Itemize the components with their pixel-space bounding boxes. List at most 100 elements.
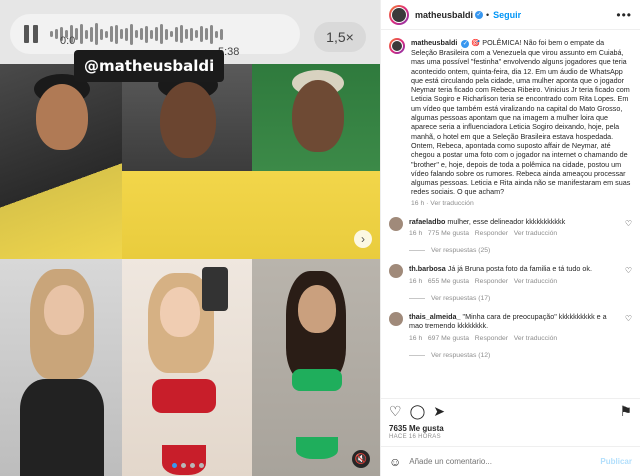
face-shape — [160, 287, 200, 337]
comment-item: th.barbosa Já já Bruna posta foto da fam… — [389, 264, 632, 286]
waveform-bar — [180, 25, 183, 43]
comments-section[interactable]: matheusbaldi ✓ 🎯 POLÊMICA! Não foi bem o… — [381, 30, 640, 398]
emoji-icon[interactable]: ☺ — [389, 455, 401, 469]
verified-icon: ✓ — [475, 10, 484, 19]
photo-collage — [0, 64, 380, 476]
waveform-bar — [115, 24, 118, 44]
caption-time: 16 h — [411, 199, 425, 207]
reply-link[interactable]: Responder — [475, 230, 508, 237]
more-options-icon[interactable]: ••• — [616, 8, 632, 22]
waveform-bar — [175, 26, 178, 42]
post-date: HACE 16 HORAS — [389, 434, 441, 440]
comment-icon[interactable]: ◯ — [410, 403, 426, 420]
waveform-bar — [210, 24, 213, 44]
post-header: matheusbaldi ✓ • Seguir ••• — [381, 0, 640, 30]
comment-item: rafaeladbo mulher, esse delineador kkkkk… — [389, 216, 632, 239]
comment-username[interactable]: th.barbosa — [409, 264, 446, 273]
audio-player[interactable] — [10, 14, 300, 54]
comment-likes[interactable]: 655 Me gusta — [428, 278, 469, 285]
verified-icon: ✓ — [461, 40, 470, 48]
translate-link[interactable]: Ver traducción — [514, 335, 557, 342]
avatar[interactable] — [389, 311, 403, 326]
caption-username[interactable]: matheusbaldi — [411, 38, 457, 47]
avatar[interactable] — [389, 264, 403, 279]
publish-button[interactable]: Publicar — [600, 457, 632, 466]
avatar[interactable] — [389, 216, 403, 231]
follow-button[interactable]: Seguir — [493, 10, 521, 20]
swimsuit-top-shape — [152, 379, 216, 413]
photo-vinicius — [122, 64, 252, 259]
post-actions: ♡ ◯ ➤ ⚑ — [381, 398, 640, 424]
comment-text: mulher, esse delineador kkkkkkkkkkk — [447, 216, 566, 226]
reply-link[interactable]: Responder — [475, 335, 508, 342]
bikini-top-shape — [292, 369, 342, 391]
post-media[interactable]: 0:0 5:38 1,5× @matheusbaldi › 🔇 — [0, 0, 380, 476]
face-shape — [44, 285, 84, 335]
share-icon[interactable]: ➤ — [433, 403, 445, 420]
post-side-panel: matheusbaldi ✓ • Seguir ••• matheusbaldi… — [380, 0, 640, 476]
dress-shape — [20, 379, 104, 476]
bikini-bottom-shape — [296, 437, 338, 459]
face-shape — [160, 82, 216, 158]
waveform-bar — [55, 29, 58, 39]
waveform-bar — [135, 30, 138, 38]
avatar[interactable] — [389, 4, 409, 25]
caption-translate-link[interactable]: Ver traducción — [430, 200, 473, 207]
view-replies-link[interactable]: Ver respuestas (12) — [409, 352, 632, 359]
like-icon[interactable]: ♡ — [389, 403, 402, 420]
face-shape — [36, 84, 88, 150]
add-comment-bar: ☺ Publicar — [381, 446, 640, 476]
comment-like-icon[interactable]: ♡ — [625, 266, 632, 275]
comment-username[interactable]: rafaeladbo — [409, 217, 445, 226]
waveform-bar — [185, 29, 188, 39]
replies-label[interactable]: Ver respuestas (17) — [431, 295, 490, 302]
next-arrow-icon[interactable]: › — [354, 230, 372, 248]
waveform-bar — [170, 31, 173, 37]
audio-time-elapsed: 0:0 — [60, 35, 76, 47]
waveform-bar — [90, 26, 93, 42]
photo-woman-2 — [122, 259, 252, 476]
playback-speed-button[interactable]: 1,5× — [314, 22, 366, 52]
comment-time: 16 h — [409, 230, 423, 238]
comment-likes[interactable]: 775 Me gusta — [428, 230, 469, 237]
waveform-bar — [155, 27, 158, 41]
swimsuit-bottom-shape — [162, 445, 206, 475]
comment-text: Já já Bruna posta foto da familia e tá t… — [447, 264, 592, 274]
bookmark-icon[interactable]: ⚑ — [619, 403, 632, 420]
like-count[interactable]: 7635 Me gusta — [381, 424, 640, 433]
face-shape — [292, 80, 344, 152]
header-username[interactable]: matheusbaldi — [415, 10, 473, 20]
post-window: 0:0 5:38 1,5× @matheusbaldi › 🔇 matheusb… — [0, 0, 640, 476]
post-caption: matheusbaldi ✓ 🎯 POLÊMICA! Não foi bem o… — [389, 38, 632, 207]
replies-label[interactable]: Ver respuestas (12) — [431, 352, 490, 359]
view-replies-link[interactable]: Ver respuestas (17) — [409, 295, 632, 302]
comment-time: 16 h — [409, 277, 423, 285]
face-shape — [298, 285, 336, 333]
comment-list: rafaeladbo mulher, esse delineador kkkkk… — [389, 216, 632, 359]
comment-like-icon[interactable]: ♡ — [625, 219, 632, 228]
avatar[interactable] — [389, 38, 405, 54]
waveform-bar — [190, 27, 193, 41]
replies-label[interactable]: Ver respuestas (25) — [431, 247, 490, 254]
comment-like-icon[interactable]: ♡ — [625, 314, 632, 323]
comment-likes[interactable]: 697 Me gusta — [428, 335, 469, 342]
audio-waveform[interactable] — [50, 22, 276, 46]
waveform-bar — [165, 28, 168, 40]
view-replies-link[interactable]: Ver respuestas (25) — [409, 247, 632, 254]
photo-woman-3 — [252, 259, 380, 476]
mute-icon[interactable]: 🔇 — [352, 450, 370, 468]
pause-icon[interactable] — [24, 25, 40, 43]
translate-link[interactable]: Ver traducción — [514, 230, 557, 237]
waveform-bar — [85, 29, 88, 39]
waveform-bar — [130, 23, 133, 45]
waveform-bar — [105, 30, 108, 38]
waveform-bar — [95, 23, 98, 45]
comment-input[interactable] — [409, 457, 593, 466]
translate-link[interactable]: Ver traducción — [514, 278, 557, 285]
waveform-bar — [100, 28, 103, 40]
waveform-bar — [50, 31, 53, 37]
photo-woman-1 — [0, 259, 122, 476]
reply-link[interactable]: Responder — [475, 278, 508, 285]
comment-username[interactable]: thais_almeida_ — [409, 312, 461, 321]
phone-shape — [202, 267, 228, 311]
